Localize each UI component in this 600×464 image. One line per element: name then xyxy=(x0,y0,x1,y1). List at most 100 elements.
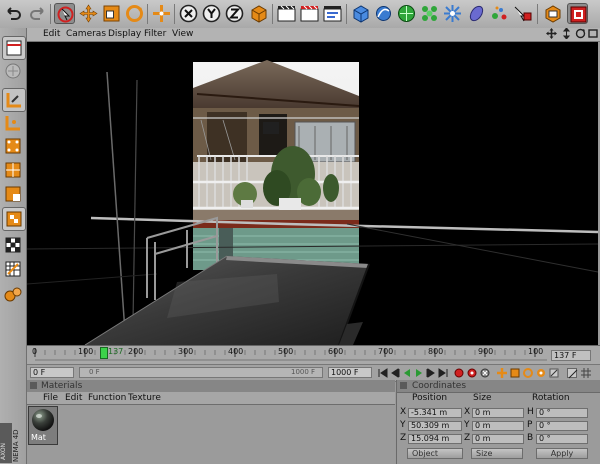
array-object-icon[interactable] xyxy=(419,3,440,24)
use-texture-tool-icon[interactable] xyxy=(2,88,26,112)
playhead-marker[interactable] xyxy=(100,347,108,359)
key-position-icon[interactable] xyxy=(497,368,507,378)
preferences-icon[interactable] xyxy=(542,3,563,24)
camera-light-icon[interactable] xyxy=(512,3,533,24)
object-mode-select[interactable]: Object xyxy=(407,448,463,459)
materials-menu-bar: File Edit Function Texture xyxy=(27,392,395,405)
platform-slab xyxy=(84,255,370,345)
size-z-field[interactable]: 0 m xyxy=(472,434,524,444)
use-model-tool-icon[interactable] xyxy=(2,36,26,60)
viewport-menu-cameras[interactable]: Cameras xyxy=(66,29,106,39)
layout-icon[interactable] xyxy=(567,3,588,24)
live-selection-icon[interactable] xyxy=(151,3,172,24)
key-parameter-icon[interactable] xyxy=(536,368,546,378)
materials-menu-file[interactable]: File xyxy=(43,393,58,403)
use-object-tool-icon[interactable] xyxy=(2,60,24,82)
key-pla-icon[interactable] xyxy=(549,368,559,378)
tick-label: 800 xyxy=(428,347,444,356)
viewport-menu-view[interactable]: View xyxy=(172,29,193,39)
workplane-icon[interactable] xyxy=(2,258,24,280)
next-key-icon[interactable] xyxy=(426,368,436,378)
z-axis-icon[interactable] xyxy=(224,3,245,24)
render-to-picture-viewer-icon[interactable] xyxy=(299,3,320,24)
size-x-field[interactable]: 0 m xyxy=(472,408,524,418)
panel-grip-icon[interactable] xyxy=(400,382,407,389)
rotation-p-field[interactable]: 0 ° xyxy=(536,421,588,431)
previous-key-icon[interactable] xyxy=(390,368,400,378)
size-y-field[interactable]: 0 m xyxy=(472,421,524,431)
select-tool-icon[interactable] xyxy=(54,3,75,24)
coordinates-title-bar: Coordinates xyxy=(397,380,600,393)
x-axis-icon[interactable] xyxy=(178,3,199,24)
timeline-ruler[interactable]: 0 100 137 200 300 400 500 600 700 800 90… xyxy=(27,345,600,365)
keyframe-selection-icon[interactable] xyxy=(480,368,490,378)
material-swatch[interactable]: Mat xyxy=(28,406,58,445)
record-icon[interactable] xyxy=(454,368,464,378)
spline-pen-icon[interactable] xyxy=(373,3,394,24)
materials-menu-edit[interactable]: Edit xyxy=(65,393,82,403)
viewport-zoom-icon[interactable] xyxy=(561,27,572,42)
position-y-label: Y xyxy=(400,420,406,430)
size-mode-select[interactable]: Size xyxy=(471,448,523,459)
use-point-tool-icon[interactable] xyxy=(2,135,24,157)
tick-label: 100 xyxy=(78,347,94,356)
cube-object-icon[interactable] xyxy=(350,3,371,24)
y-axis-icon[interactable] xyxy=(201,3,222,24)
rotate-tool-icon[interactable] xyxy=(124,3,145,24)
timeline-options-icon[interactable] xyxy=(567,368,578,379)
render-view-icon[interactable] xyxy=(276,3,297,24)
position-x-field[interactable]: -5.341 m xyxy=(408,408,462,418)
tweak-mode-icon[interactable] xyxy=(2,234,24,256)
materials-menu-texture[interactable]: Texture xyxy=(128,393,161,403)
viewport-menu-edit[interactable]: Edit xyxy=(43,29,60,39)
rotation-b-label: B xyxy=(527,433,534,443)
use-polygon-tool-icon[interactable] xyxy=(2,183,24,205)
viewport-menu-display[interactable]: Display xyxy=(108,29,141,39)
current-frame-field[interactable]: 137 F xyxy=(551,350,591,361)
redo-icon[interactable] xyxy=(27,3,48,24)
start-frame-field[interactable]: 0 F xyxy=(30,367,74,378)
move-tool-icon[interactable] xyxy=(78,3,99,24)
play-icon[interactable] xyxy=(414,368,424,378)
scale-tool-icon[interactable] xyxy=(101,3,122,24)
rotation-b-field[interactable]: 0 ° xyxy=(536,434,588,444)
range-start-label: 0 F xyxy=(89,368,100,376)
scene-object-icon[interactable] xyxy=(442,3,463,24)
timeline-grid-icon[interactable] xyxy=(581,368,591,378)
3d-viewport[interactable] xyxy=(27,42,598,345)
enable-snapping-icon[interactable] xyxy=(2,207,26,231)
environment-icon[interactable] xyxy=(489,3,510,24)
range-slider[interactable] xyxy=(79,367,323,378)
key-scale-icon[interactable] xyxy=(510,368,520,378)
use-edge-tool-icon[interactable] xyxy=(2,159,24,181)
previous-frame-icon[interactable] xyxy=(402,368,412,378)
use-axis-tool-icon[interactable] xyxy=(2,112,24,134)
viewport-rotate-icon[interactable] xyxy=(575,28,586,42)
coordinate-system-icon[interactable] xyxy=(248,3,269,24)
viewport-move-icon[interactable] xyxy=(546,28,557,42)
materials-menu-function[interactable]: Function xyxy=(88,393,126,403)
position-z-field[interactable]: 15.094 m xyxy=(408,434,462,444)
panel-grip-icon[interactable] xyxy=(30,382,37,389)
position-y-field[interactable]: 50.309 m xyxy=(408,421,462,431)
viewport-menu-filter[interactable]: Filter xyxy=(144,29,166,39)
size-mode-select-value: Size xyxy=(476,449,493,458)
rotation-h-field[interactable]: 0 ° xyxy=(536,408,588,418)
nurbs-object-icon[interactable] xyxy=(396,3,417,24)
render-settings-icon[interactable] xyxy=(322,3,343,24)
size-z-label: Z xyxy=(464,433,471,443)
apply-button[interactable]: Apply xyxy=(536,448,588,459)
go-to-end-icon[interactable] xyxy=(438,368,448,378)
current-frame-label: 137 xyxy=(108,347,124,356)
tools-palette-icon[interactable] xyxy=(2,283,24,305)
viewport-maximize-icon[interactable] xyxy=(588,28,598,42)
undo-icon[interactable] xyxy=(3,3,24,24)
end-frame-field[interactable]: 1000 F xyxy=(328,367,372,378)
tick-label: 100 xyxy=(528,347,544,356)
deformer-icon[interactable] xyxy=(466,3,487,24)
autokey-icon[interactable] xyxy=(467,368,477,378)
brand-logo-text: AXON xyxy=(0,442,7,460)
key-rotation-icon[interactable] xyxy=(523,368,533,378)
size-header: Size xyxy=(473,393,492,403)
go-to-start-icon[interactable] xyxy=(378,368,388,378)
